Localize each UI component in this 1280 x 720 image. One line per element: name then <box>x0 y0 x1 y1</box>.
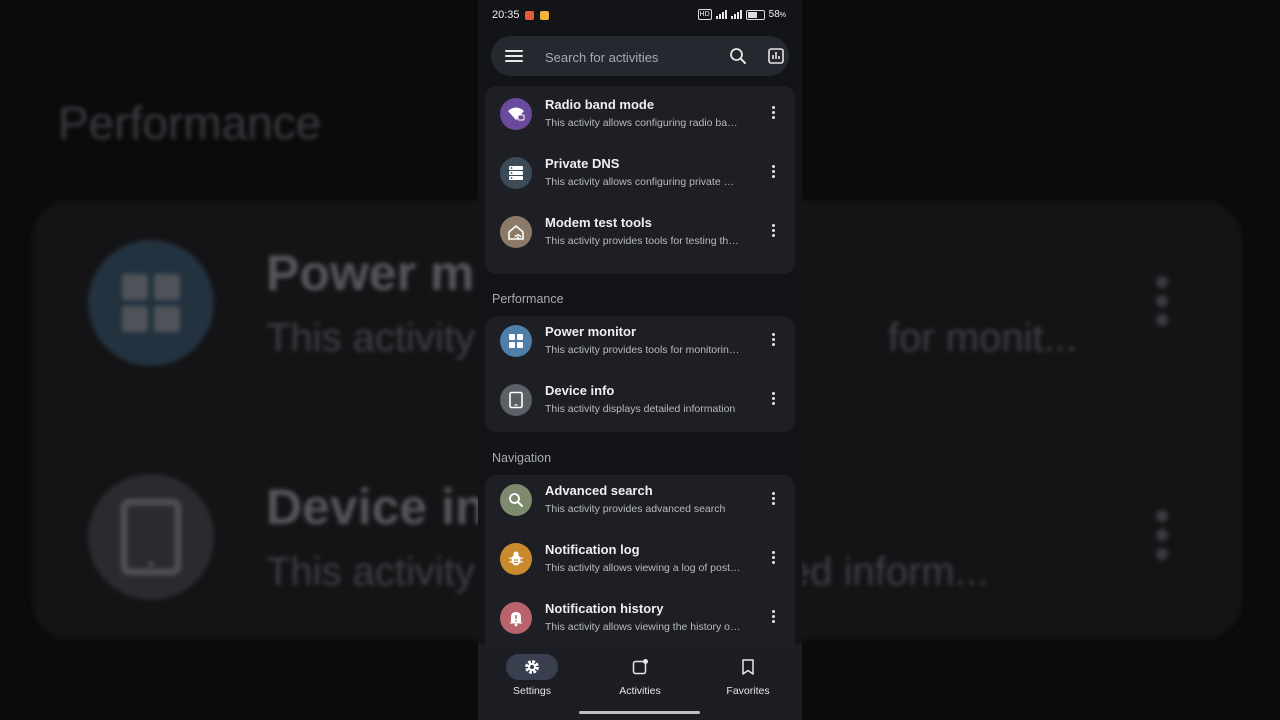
status-bar: 20:35 HD 58% <box>478 0 802 32</box>
item-description: This activity provides tools for testing… <box>545 235 741 247</box>
nav-label: Settings <box>513 685 551 697</box>
search-input[interactable] <box>543 46 707 68</box>
section-network: Radio band mode This activity allows con… <box>485 86 795 274</box>
nav-settings[interactable]: Settings <box>487 652 577 700</box>
search-icon <box>730 48 746 64</box>
list-item[interactable]: Device info This activity displays detai… <box>485 375 795 434</box>
battery-level: 58 <box>768 9 780 20</box>
signal-icon <box>730 10 742 19</box>
hd-voice-icon: HD <box>697 9 712 20</box>
bg-grid-icon <box>88 240 214 366</box>
bg-row-name: Device in <box>266 479 486 535</box>
status-time: 20:35 <box>492 9 520 21</box>
nav-activities[interactable]: Activities <box>595 652 685 700</box>
bell-alert-icon <box>500 602 532 634</box>
item-name: Advanced search <box>545 483 653 498</box>
home-signal-icon <box>500 216 532 248</box>
more-options-button[interactable] <box>763 390 783 412</box>
gear-icon <box>506 654 558 680</box>
item-description: This activity allows viewing the history… <box>545 621 741 633</box>
activities-icon <box>614 654 666 680</box>
item-name: Device info <box>545 383 615 398</box>
bg-row-desc-tail: ed inform... <box>788 550 989 594</box>
bookmark-icon <box>722 654 774 680</box>
section-title: Navigation <box>492 451 552 465</box>
list-item[interactable]: Radio band mode This activity allows con… <box>485 89 795 148</box>
grid-icon <box>500 325 532 357</box>
more-options-button[interactable] <box>763 163 783 185</box>
bg-row-desc: This activity <box>266 316 475 360</box>
section-performance: Power monitor This activity provides too… <box>485 316 795 432</box>
list-item[interactable]: Private DNS This activity allows configu… <box>485 148 795 207</box>
bg-row-desc: This activity <box>266 550 475 594</box>
list-item[interactable]: Power monitor This activity provides too… <box>485 316 795 375</box>
item-name: Notification log <box>545 542 640 557</box>
menu-button[interactable] <box>505 48 523 64</box>
search-bar <box>491 36 789 76</box>
more-options-button[interactable] <box>763 549 783 571</box>
item-description: This activity displays detailed informat… <box>545 403 736 415</box>
more-options-button[interactable] <box>763 490 783 512</box>
bottom-navigation: Settings Activities Favorites <box>478 644 802 720</box>
more-options-button[interactable] <box>763 104 783 126</box>
battery-icon <box>745 9 765 20</box>
bar-chart-icon <box>768 48 784 64</box>
wifi-lock-icon <box>500 98 532 130</box>
bg-section-title: Performance <box>58 97 322 149</box>
search-button[interactable] <box>728 46 748 66</box>
bg-tablet-icon <box>88 474 214 600</box>
signal-icon <box>715 10 727 19</box>
bg-more-icon <box>1156 276 1168 333</box>
search-icon <box>500 484 532 516</box>
more-options-button[interactable] <box>763 608 783 630</box>
item-description: This activity provides advanced search <box>545 503 726 515</box>
dns-icon <box>500 157 532 189</box>
section-title: Performance <box>492 292 564 306</box>
nav-label: Favorites <box>726 685 770 697</box>
more-options-button[interactable] <box>763 331 783 353</box>
more-options-button[interactable] <box>763 222 783 244</box>
item-name: Radio band mode <box>545 97 655 112</box>
item-description: This activity allows configuring private… <box>545 176 741 188</box>
bg-more-icon <box>1156 510 1168 567</box>
item-name: Notification history <box>545 601 664 616</box>
notification-icon <box>540 11 549 20</box>
item-description: This activity allows configuring radio b… <box>545 117 741 129</box>
item-description: This activity allows viewing a log of po… <box>545 562 741 574</box>
phone-screen: 20:35 HD 58% Radio band mode This <box>478 0 802 720</box>
nav-favorites[interactable]: Favorites <box>703 652 793 700</box>
list-item[interactable]: Modem test tools This activity provides … <box>485 207 795 266</box>
tablet-icon <box>500 384 532 416</box>
stats-button[interactable] <box>766 46 786 66</box>
list-item[interactable]: Advanced search This activity provides a… <box>485 475 795 534</box>
home-indicator[interactable] <box>579 711 700 714</box>
item-description: This activity provides tools for monitor… <box>545 344 741 356</box>
hamburger-icon <box>505 50 523 52</box>
notification-icon <box>525 11 534 20</box>
status-indicators: HD 58% <box>697 9 786 20</box>
item-name: Power monitor <box>545 324 637 339</box>
item-name: Private DNS <box>545 156 620 171</box>
bg-row-desc-tail: for monit... <box>888 316 1077 360</box>
bg-row-name: Power m <box>266 245 475 301</box>
bug-icon <box>500 543 532 575</box>
list-item[interactable]: Notification log This activity allows vi… <box>485 534 795 593</box>
nav-label: Activities <box>619 685 661 697</box>
item-name: Modem test tools <box>545 215 652 230</box>
